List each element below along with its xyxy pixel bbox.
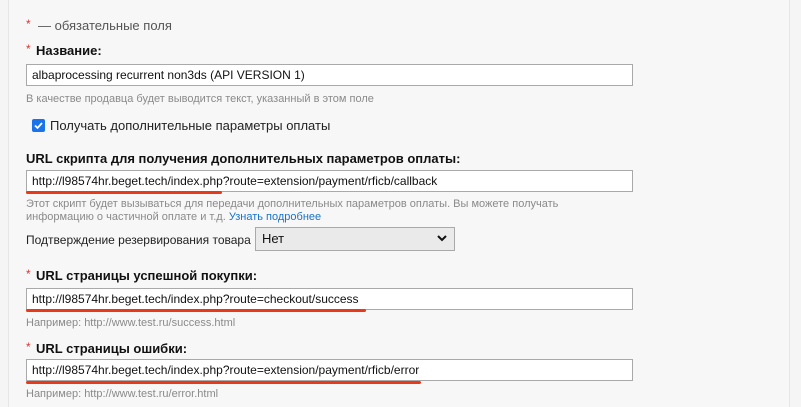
- required-star: *: [26, 42, 31, 56]
- callback-url-input[interactable]: http://l98574hr.beget.tech/index.php?rou…: [26, 170, 633, 192]
- required-star: *: [26, 340, 31, 354]
- success-url-input[interactable]: http://l98574hr.beget.tech/index.php?rou…: [26, 288, 633, 310]
- name-hint: В качестве продавца будет выводится текс…: [26, 93, 374, 105]
- success-url-label: URL страницы успешной покупки:: [36, 268, 258, 283]
- error-url-label: URL страницы ошибки:: [36, 341, 188, 356]
- required-legend: — обязательные поля: [38, 18, 172, 33]
- callback-hint-line1: Этот скрипт будет вызываться для передач…: [26, 198, 559, 210]
- name-input[interactable]: albaprocessing recurrent non3ds (API VER…: [26, 64, 633, 86]
- reservation-select[interactable]: Нет: [255, 227, 455, 251]
- extra-params-checkbox[interactable]: [32, 119, 45, 132]
- error-url-hint: Например: http://www.test.ru/error.html: [26, 388, 219, 400]
- extra-params-label: Получать дополнительные параметры оплаты: [50, 118, 331, 133]
- chevron-down-icon: [437, 235, 447, 242]
- success-url-highlight: [26, 309, 366, 312]
- callback-url-highlight: [26, 191, 222, 194]
- callback-url-label: URL скрипта для получения дополнительных…: [26, 151, 461, 166]
- success-url-hint: Например: http://www.test.ru/success.htm…: [26, 317, 236, 329]
- check-icon: [34, 122, 43, 130]
- learn-more-link[interactable]: Узнать подробнее: [229, 211, 321, 223]
- required-star: *: [26, 17, 31, 31]
- reservation-label: Подтверждение резервирования товара: [26, 233, 251, 247]
- error-url-highlight: [26, 381, 421, 384]
- name-label: Название:: [36, 43, 102, 58]
- callback-url-hint: Этот скрипт будет вызываться для передач…: [26, 198, 626, 224]
- settings-panel: * — обязательные поля * Название: albapr…: [8, 0, 790, 407]
- reservation-selected: Нет: [262, 231, 285, 246]
- required-star: *: [26, 267, 31, 281]
- callback-hint-line2: информацию о частичной оплате и т.д.: [26, 211, 226, 223]
- error-url-input[interactable]: http://l98574hr.beget.tech/index.php?rou…: [26, 359, 633, 381]
